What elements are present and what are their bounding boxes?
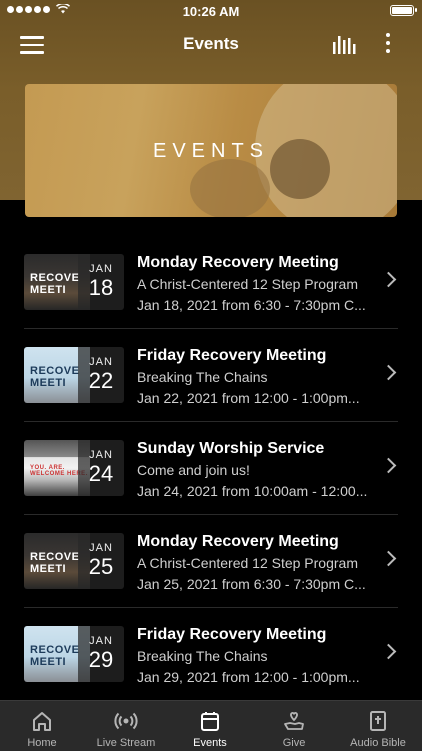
tab-bar: Home Live Stream Events Give Audio Bible xyxy=(0,700,422,751)
event-title: Monday Recovery Meeting xyxy=(137,254,339,271)
event-subtitle: Breaking The Chains xyxy=(137,369,268,385)
tab-audio-bible[interactable]: Audio Bible xyxy=(336,701,420,751)
broadcast-icon xyxy=(114,712,138,730)
tab-live-stream[interactable]: Live Stream xyxy=(84,701,168,751)
event-datetime: Jan 25, 2021 from 6:30 - 7:30pm C... xyxy=(137,576,366,592)
event-day: 25 xyxy=(88,554,114,579)
give-hand-heart-icon xyxy=(284,711,304,730)
event-day: 22 xyxy=(88,368,114,393)
status-bar: 10:26 AM xyxy=(0,0,422,24)
banner-title: EVENTS xyxy=(152,140,270,162)
chevron-right-icon xyxy=(380,550,397,567)
event-thumbnail: RECOVE MEETI JAN 22 xyxy=(24,347,124,403)
event-title: Friday Recovery Meeting xyxy=(137,626,327,643)
event-row[interactable]: RECOVE MEETI JAN 29 Friday Recovery Meet… xyxy=(24,608,398,701)
event-day: 18 xyxy=(88,275,114,300)
event-month: JAN xyxy=(89,356,113,368)
tab-label: Live Stream xyxy=(96,737,156,749)
event-month: JAN xyxy=(89,263,113,275)
banner-photo-shape xyxy=(190,159,270,217)
event-month: JAN xyxy=(89,449,113,461)
event-title: Friday Recovery Meeting xyxy=(137,347,327,364)
calendar-icon xyxy=(201,712,219,731)
chevron-right-icon xyxy=(380,643,397,660)
event-thumbnail: YOU. ARE. WELCOME HERE. JAN 24 xyxy=(24,440,124,496)
nav-bar: Events xyxy=(0,26,422,62)
event-subtitle: A Christ-Centered 12 Step Program xyxy=(137,276,358,292)
events-list: RECOVE MEETI JAN 18 Monday Recovery Meet… xyxy=(24,236,398,701)
event-row[interactable]: RECOVE MEETI JAN 22 Friday Recovery Meet… xyxy=(24,329,398,422)
event-row[interactable]: RECOVE MEETI JAN 18 Monday Recovery Meet… xyxy=(24,236,398,329)
event-day: 24 xyxy=(88,461,114,486)
tab-give[interactable]: Give xyxy=(252,701,336,751)
event-datetime: Jan 24, 2021 from 10:00am - 12:00... xyxy=(137,483,368,499)
chevron-right-icon xyxy=(380,364,397,381)
event-subtitle: Come and join us! xyxy=(137,462,250,478)
event-datetime: Jan 22, 2021 from 12:00 - 1:00pm... xyxy=(137,390,360,406)
event-thumbnail: RECOVE MEETI JAN 29 xyxy=(24,626,124,682)
event-row[interactable]: RECOVE MEETI JAN 25 Monday Recovery Meet… xyxy=(24,515,398,608)
tab-home[interactable]: Home xyxy=(0,701,84,751)
event-title: Sunday Worship Service xyxy=(137,440,325,457)
tab-label: Events xyxy=(193,737,227,749)
event-row[interactable]: YOU. ARE. WELCOME HERE. JAN 24 Sunday Wo… xyxy=(24,422,398,515)
more-options-icon[interactable] xyxy=(386,33,392,57)
event-day: 29 xyxy=(88,647,114,672)
home-icon xyxy=(33,712,51,731)
event-datetime: Jan 18, 2021 from 6:30 - 7:30pm C... xyxy=(137,297,366,313)
audio-bars-icon[interactable] xyxy=(333,34,357,54)
event-date-badge: JAN 24 xyxy=(78,440,124,496)
chevron-right-icon xyxy=(380,457,397,474)
event-title: Monday Recovery Meeting xyxy=(137,533,339,550)
page-title: Events xyxy=(183,34,239,53)
event-date-badge: JAN 18 xyxy=(78,254,124,310)
event-month: JAN xyxy=(89,542,113,554)
chevron-right-icon xyxy=(380,271,397,288)
event-date-badge: JAN 25 xyxy=(78,533,124,589)
event-date-badge: JAN 22 xyxy=(78,347,124,403)
bible-icon xyxy=(370,711,386,731)
battery-icon xyxy=(390,5,417,16)
status-time: 10:26 AM xyxy=(182,4,240,19)
tab-label: Give xyxy=(282,737,306,749)
event-datetime: Jan 29, 2021 from 12:00 - 1:00pm... xyxy=(137,669,360,685)
event-thumbnail: RECOVE MEETI JAN 25 xyxy=(24,533,124,589)
tab-label: Audio Bible xyxy=(350,737,406,749)
tab-events[interactable]: Events xyxy=(168,701,252,751)
event-subtitle: A Christ-Centered 12 Step Program xyxy=(137,555,358,571)
event-date-badge: JAN 29 xyxy=(78,626,124,682)
tab-label: Home xyxy=(27,737,57,749)
event-month: JAN xyxy=(89,635,113,647)
event-thumbnail: RECOVE MEETI JAN 18 xyxy=(24,254,124,310)
event-subtitle: Breaking The Chains xyxy=(137,648,268,664)
events-banner: EVENTS xyxy=(25,84,397,217)
